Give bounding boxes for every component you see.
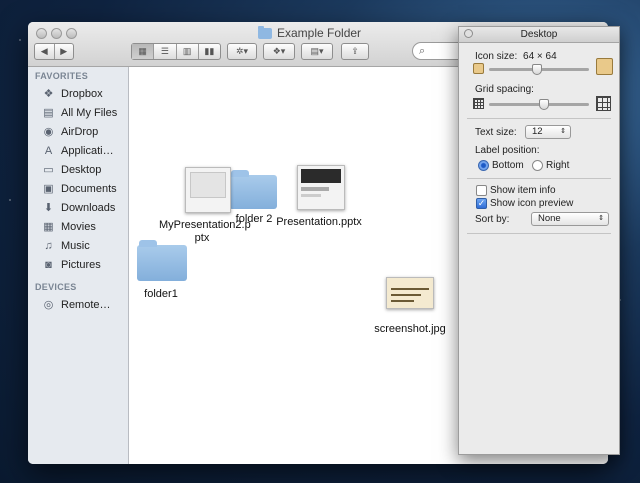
grid-spacing-slider-knob[interactable] — [539, 99, 549, 110]
show-item-info-checkbox[interactable] — [476, 185, 487, 196]
window-title-text: Example Folder — [277, 26, 362, 40]
applications-icon: A — [44, 144, 53, 157]
sidebar: FAVORITES ❖ Dropbox ▤ All My Files ◉ Air… — [28, 67, 129, 464]
file-item-presentation[interactable]: Presentation.pptx — [269, 165, 369, 228]
folder-icon — [137, 240, 187, 281]
sidebar-item-documents[interactable]: ▣ Documents — [28, 179, 128, 198]
file-item-screenshot[interactable]: screenshot.jpg — [365, 277, 455, 335]
presentation-thumbnail — [185, 167, 231, 213]
text-size-select[interactable]: 12 ⇕ — [525, 125, 571, 139]
window-title: Example Folder — [258, 25, 362, 40]
icon-view-icon[interactable]: ▦ — [132, 44, 155, 59]
image-thumbnail — [386, 277, 434, 309]
icon-size-label: Icon size: 64 × 64 — [475, 51, 557, 62]
close-button[interactable] — [36, 28, 47, 39]
label-position-label: Label position: — [475, 145, 540, 156]
separator — [467, 178, 611, 179]
sidebar-item-dropbox[interactable]: ❖ Dropbox — [28, 84, 128, 103]
desktop-icon: ▭ — [43, 164, 54, 176]
coverflow-view-icon[interactable]: ▮▮ — [199, 44, 220, 59]
dropbox-icon: ❖▾ — [272, 46, 286, 56]
wide-grid-icon — [596, 96, 611, 111]
disc-icon: ◎ — [43, 299, 54, 311]
airdrop-icon: ◉ — [43, 126, 54, 138]
list-view-icon[interactable]: ☰ — [154, 44, 177, 59]
show-item-info-label: Show item info — [490, 185, 556, 196]
column-view-icon[interactable]: ▥ — [177, 44, 199, 59]
separator — [467, 118, 611, 119]
sidebar-item-desktop[interactable]: ▭ Desktop — [28, 160, 128, 179]
show-icon-preview-checkbox[interactable]: ✓ — [476, 198, 487, 209]
music-icon: ♫ — [44, 239, 53, 252]
pictures-icon: ◙ — [45, 258, 52, 271]
dropbox-button[interactable]: ❖▾ — [263, 43, 295, 60]
sidebar-item-applications[interactable]: A Applicati… — [28, 141, 128, 160]
sidebar-item-music[interactable]: ♫ Music — [28, 236, 128, 255]
large-icon-preview — [596, 58, 613, 75]
back-forward-control[interactable]: ◀ ▶ — [34, 43, 74, 60]
sort-by-select[interactable]: None ⇕ — [531, 212, 609, 226]
forward-arrow-icon[interactable]: ▶ — [55, 44, 74, 59]
sidebar-item-airdrop[interactable]: ◉ AirDrop — [28, 122, 128, 141]
share-icon: ⇪ — [351, 46, 359, 56]
icon-size-slider-knob[interactable] — [532, 64, 542, 75]
small-icon-preview — [473, 63, 484, 74]
view-options-panel: Desktop Icon size: 64 × 64 Grid spacing:… — [458, 26, 620, 455]
downloads-icon: ⬇ — [43, 202, 54, 214]
favorites-heading: FAVORITES — [35, 71, 89, 81]
arrange-button[interactable]: ▤▾ — [301, 43, 333, 60]
label-right-radio[interactable] — [532, 160, 543, 171]
label-bottom-radio[interactable] — [478, 160, 489, 171]
panel-close-button[interactable] — [464, 29, 473, 38]
label-bottom-text: Bottom — [492, 160, 524, 171]
action-button[interactable]: ✲▾ — [227, 43, 257, 60]
presentation-thumbnail — [297, 165, 345, 210]
folder-icon — [258, 25, 272, 39]
zoom-button[interactable] — [66, 28, 77, 39]
back-arrow-icon[interactable]: ◀ — [35, 44, 55, 59]
movies-icon: ▦ — [43, 221, 54, 233]
show-icon-preview-label: Show icon preview — [490, 198, 574, 209]
gear-icon: ✲▾ — [235, 46, 249, 56]
grid-spacing-label: Grid spacing: — [475, 84, 534, 95]
icon-size-value: 64 × 64 — [523, 51, 557, 62]
tight-grid-icon — [473, 98, 484, 109]
sidebar-item-movies[interactable]: ▦ Movies — [28, 217, 128, 236]
search-icon: ⌕ — [419, 45, 426, 57]
sidebar-item-remote-disc[interactable]: ◎ Remote… — [28, 295, 128, 314]
updown-arrow-icon: ⇕ — [560, 128, 566, 135]
file-label: screenshot.jpg — [374, 323, 446, 335]
dropbox-icon: ❖ — [43, 88, 54, 100]
sort-by-label: Sort by: — [475, 214, 510, 225]
sidebar-item-all-my-files[interactable]: ▤ All My Files — [28, 103, 128, 122]
sidebar-item-pictures[interactable]: ◙ Pictures — [28, 255, 128, 274]
label-right-text: Right — [546, 160, 570, 171]
file-label: Presentation.pptx — [276, 216, 362, 228]
view-mode-control[interactable]: ▦ ☰ ▥ ▮▮ — [131, 43, 221, 60]
share-button[interactable]: ⇪ — [341, 43, 369, 60]
panel-titlebar: Desktop — [459, 27, 619, 43]
updown-arrow-icon: ⇕ — [598, 215, 604, 222]
text-size-label: Text size: — [475, 127, 517, 138]
sidebar-item-downloads[interactable]: ⬇ Downloads — [28, 198, 128, 217]
devices-heading: DEVICES — [35, 282, 77, 292]
panel-title: Desktop — [520, 29, 558, 40]
documents-icon: ▣ — [43, 183, 54, 195]
files-icon: ▤ — [43, 107, 54, 119]
file-label: MyPresentation2.p ptx — [159, 219, 251, 244]
file-label: folder1 — [144, 288, 178, 300]
separator — [467, 233, 611, 234]
file-item-mypresentation2[interactable]: MyPresentation2.p ptx — [159, 167, 251, 245]
minimize-button[interactable] — [51, 28, 62, 39]
arrange-icon: ▤▾ — [310, 46, 324, 56]
